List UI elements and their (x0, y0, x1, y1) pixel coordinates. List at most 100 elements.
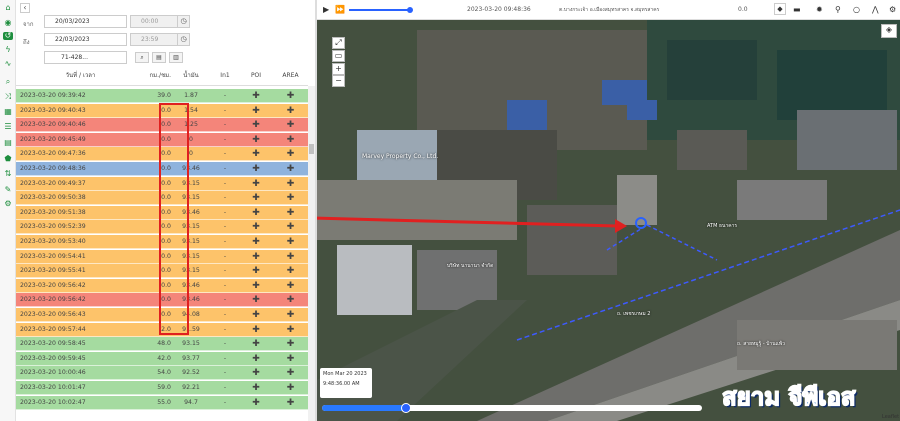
table-row[interactable]: 2023-03-20 09:39:42 39.0 1.87 - ✚ ✚ (16, 89, 308, 103)
zoom-in-button[interactable]: + (332, 63, 345, 75)
scrollbar-thumb[interactable] (309, 144, 314, 154)
col-fuel[interactable]: น้ำมัน (171, 66, 211, 85)
add-poi-button[interactable]: ✚ (239, 337, 273, 350)
add-area-button[interactable]: ✚ (273, 366, 308, 379)
add-area-button[interactable]: ✚ (273, 323, 308, 336)
vehicle-position-marker[interactable] (635, 217, 647, 229)
from-date-field[interactable]: 20/03/2023 (44, 15, 127, 28)
col-area[interactable]: AREA (273, 66, 308, 85)
add-poi-button[interactable]: ✚ (239, 177, 273, 190)
add-poi-button[interactable]: ✚ (239, 308, 273, 321)
from-time-clock-icon[interactable]: ◷ (177, 15, 190, 28)
add-poi-button[interactable]: ✚ (239, 191, 273, 204)
add-area-button[interactable]: ✚ (273, 162, 308, 175)
add-area-button[interactable]: ✚ (273, 264, 308, 277)
pentagon-icon[interactable]: ⬟ (3, 155, 13, 163)
add-area-button[interactable]: ✚ (273, 293, 308, 306)
table-row[interactable]: 2023-03-20 09:58:45 48.0 93.15 - ✚ ✚ (16, 337, 308, 352)
chart-view-icon[interactable]: ▥ (169, 52, 183, 63)
history-icon[interactable]: ↺ (3, 32, 13, 40)
add-area-button[interactable]: ✚ (273, 206, 308, 219)
add-poi-button[interactable]: ✚ (239, 323, 273, 336)
to-date-field[interactable]: 22/03/2023 (44, 33, 127, 46)
expand-icon[interactable]: ⤢ (332, 37, 345, 49)
add-area-button[interactable]: ✚ (273, 279, 308, 292)
vehicle-select[interactable]: 71-428... (44, 51, 127, 64)
add-area-button[interactable]: ✚ (273, 381, 308, 394)
google-maps-icon[interactable]: ◆ (774, 3, 786, 15)
to-time-clock-icon[interactable]: ◷ (177, 33, 190, 46)
measure-icon[interactable]: ▭ (332, 50, 345, 62)
playback-progress[interactable] (349, 7, 413, 13)
timeline-slider[interactable] (322, 403, 702, 413)
add-area-button[interactable]: ✚ (273, 396, 308, 409)
add-area-button[interactable]: ✚ (273, 177, 308, 190)
add-poi-button[interactable]: ✚ (239, 147, 273, 160)
sun-icon[interactable]: ✹ (816, 5, 823, 15)
settings-icon[interactable]: ⚙ (889, 5, 896, 15)
timeline-knob[interactable] (401, 403, 411, 413)
add-area-button[interactable]: ✚ (273, 104, 308, 117)
fast-forward-icon[interactable]: ⏩ (335, 5, 345, 15)
chart-icon[interactable]: ▤ (3, 139, 13, 147)
add-poi-button[interactable]: ✚ (239, 366, 273, 379)
add-poi-button[interactable]: ✚ (239, 264, 273, 277)
wrench-icon[interactable]: ✎ (3, 186, 13, 194)
add-area-button[interactable]: ✚ (273, 308, 308, 321)
add-area-button[interactable]: ✚ (273, 118, 308, 131)
search-button-icon[interactable]: ⌕ (135, 52, 149, 63)
add-poi-button[interactable]: ✚ (239, 206, 273, 219)
add-poi-button[interactable]: ✚ (239, 250, 273, 263)
home-icon[interactable]: ⌂ (3, 4, 13, 12)
add-area-button[interactable]: ✚ (273, 352, 308, 365)
add-poi-button[interactable]: ✚ (239, 396, 273, 409)
col-speed[interactable]: กม./ชม. (141, 66, 171, 85)
add-poi-button[interactable]: ✚ (239, 118, 273, 131)
add-poi-button[interactable]: ✚ (239, 279, 273, 292)
col-poi[interactable]: POI (239, 66, 273, 85)
table-view-icon[interactable]: ▤ (152, 52, 166, 63)
layers-icon[interactable]: ◈ (881, 24, 897, 38)
add-poi-button[interactable]: ✚ (239, 220, 273, 233)
map-icon[interactable]: ◉ (3, 19, 13, 27)
add-area-button[interactable]: ✚ (273, 235, 308, 248)
add-poi-button[interactable]: ✚ (239, 89, 273, 102)
zoom-out-button[interactable]: − (332, 75, 345, 87)
location-pin-icon[interactable]: ⚲ (835, 5, 841, 15)
col-in1[interactable]: In1 (211, 66, 239, 85)
add-area-button[interactable]: ✚ (273, 133, 308, 146)
add-area-button[interactable]: ✚ (273, 89, 308, 102)
circle-icon[interactable]: ○ (853, 5, 860, 15)
playback-knob[interactable] (407, 7, 413, 13)
play-icon[interactable]: ▶ (323, 5, 329, 15)
route-icon[interactable]: ∿ (3, 60, 13, 68)
table-row[interactable]: 2023-03-20 10:00:46 54.0 92.52 - ✚ ✚ (16, 366, 308, 381)
add-area-button[interactable]: ✚ (273, 250, 308, 263)
gear-icon[interactable]: ⚙ (3, 200, 13, 208)
add-poi-button[interactable]: ✚ (239, 133, 273, 146)
transfer-icon[interactable]: ⇅ (3, 170, 13, 178)
add-area-button[interactable]: ✚ (273, 337, 308, 350)
add-area-button[interactable]: ✚ (273, 191, 308, 204)
table-scrollbar[interactable] (308, 86, 315, 421)
add-poi-button[interactable]: ✚ (239, 104, 273, 117)
road-icon[interactable]: ⋀ (872, 5, 879, 15)
grid-icon[interactable]: ▦ (3, 108, 13, 116)
add-poi-button[interactable]: ✚ (239, 235, 273, 248)
collapse-panel-button[interactable]: ‹ (20, 3, 30, 13)
add-poi-button[interactable]: ✚ (239, 162, 273, 175)
add-poi-button[interactable]: ✚ (239, 293, 273, 306)
col-datetime[interactable]: วันที่ / เวลา (16, 66, 141, 85)
search-icon[interactable]: ⌕ (3, 78, 13, 86)
table-row[interactable]: 2023-03-20 09:59:45 42.0 93.77 - ✚ ✚ (16, 351, 308, 366)
add-area-button[interactable]: ✚ (273, 220, 308, 233)
table-row[interactable]: 2023-03-20 10:01:47 59.0 92.21 - ✚ ✚ (16, 381, 308, 395)
car-icon[interactable]: ▬ (793, 5, 801, 15)
add-poi-button[interactable]: ✚ (239, 381, 273, 394)
shuffle-icon[interactable]: ⤨ (3, 93, 13, 101)
leaflet-attribution[interactable]: Leaflet (882, 414, 899, 420)
bolt-icon[interactable]: ϟ (3, 46, 13, 54)
add-area-button[interactable]: ✚ (273, 147, 308, 160)
table-row[interactable]: 2023-03-20 10:02:47 55.0 94.7 - ✚ ✚ (16, 395, 308, 410)
add-poi-button[interactable]: ✚ (239, 352, 273, 365)
